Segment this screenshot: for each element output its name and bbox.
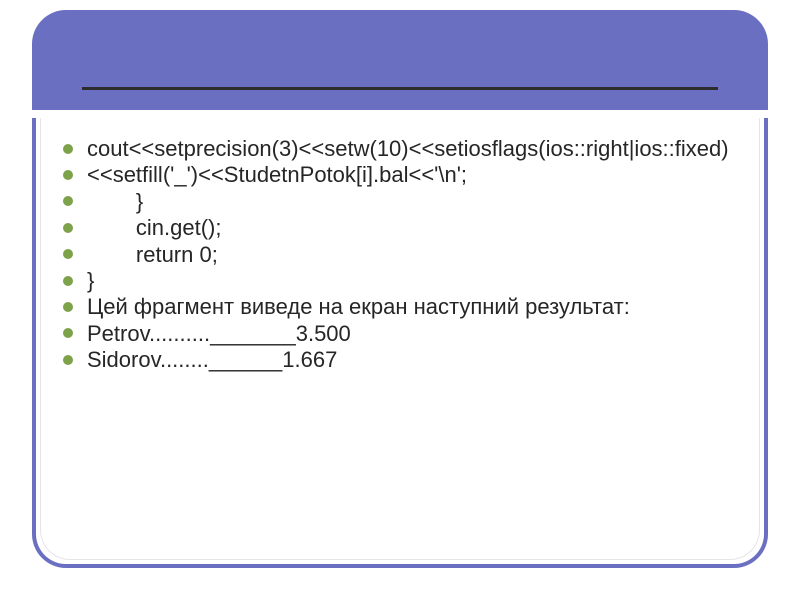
bullet-text: cout<<setprecision(3)<<setw(10)<<setiosf… — [87, 136, 729, 161]
bullet-text: Sidorov........______1.667 — [87, 347, 337, 372]
bullet-text: } — [87, 268, 94, 293]
content-inner: cout<<setprecision(3)<<setw(10)<<setiosf… — [40, 118, 760, 560]
list-item: Цей фрагмент виведе на екран наступний р… — [85, 294, 731, 320]
list-item: } — [85, 189, 731, 215]
list-item: Petrov.........._______3.500 — [85, 321, 731, 347]
bullet-text: Petrov.........._______3.500 — [87, 321, 351, 346]
bullet-text: } — [87, 189, 143, 214]
list-item: cout<<setprecision(3)<<setw(10)<<setiosf… — [85, 136, 731, 162]
slide: cout<<setprecision(3)<<setw(10)<<setiosf… — [0, 0, 800, 600]
content-frame: cout<<setprecision(3)<<setw(10)<<setiosf… — [32, 118, 768, 568]
list-item: <<setfill('_')<<StudetnPotok[i].bal<<'\n… — [85, 162, 731, 188]
list-item: cin.get(); — [85, 215, 731, 241]
header-rule — [82, 87, 718, 90]
bullet-list: cout<<setprecision(3)<<setw(10)<<setiosf… — [41, 118, 759, 374]
list-item: } — [85, 268, 731, 294]
list-item: Sidorov........______1.667 — [85, 347, 731, 373]
header-block — [32, 10, 768, 110]
bullet-text: cin.get(); — [87, 215, 221, 240]
list-item: return 0; — [85, 242, 731, 268]
bullet-text: Цей фрагмент виведе на екран наступний р… — [87, 294, 630, 319]
bullet-text: return 0; — [87, 242, 218, 267]
bullet-text: <<setfill('_')<<StudetnPotok[i].bal<<'\n… — [87, 162, 467, 187]
